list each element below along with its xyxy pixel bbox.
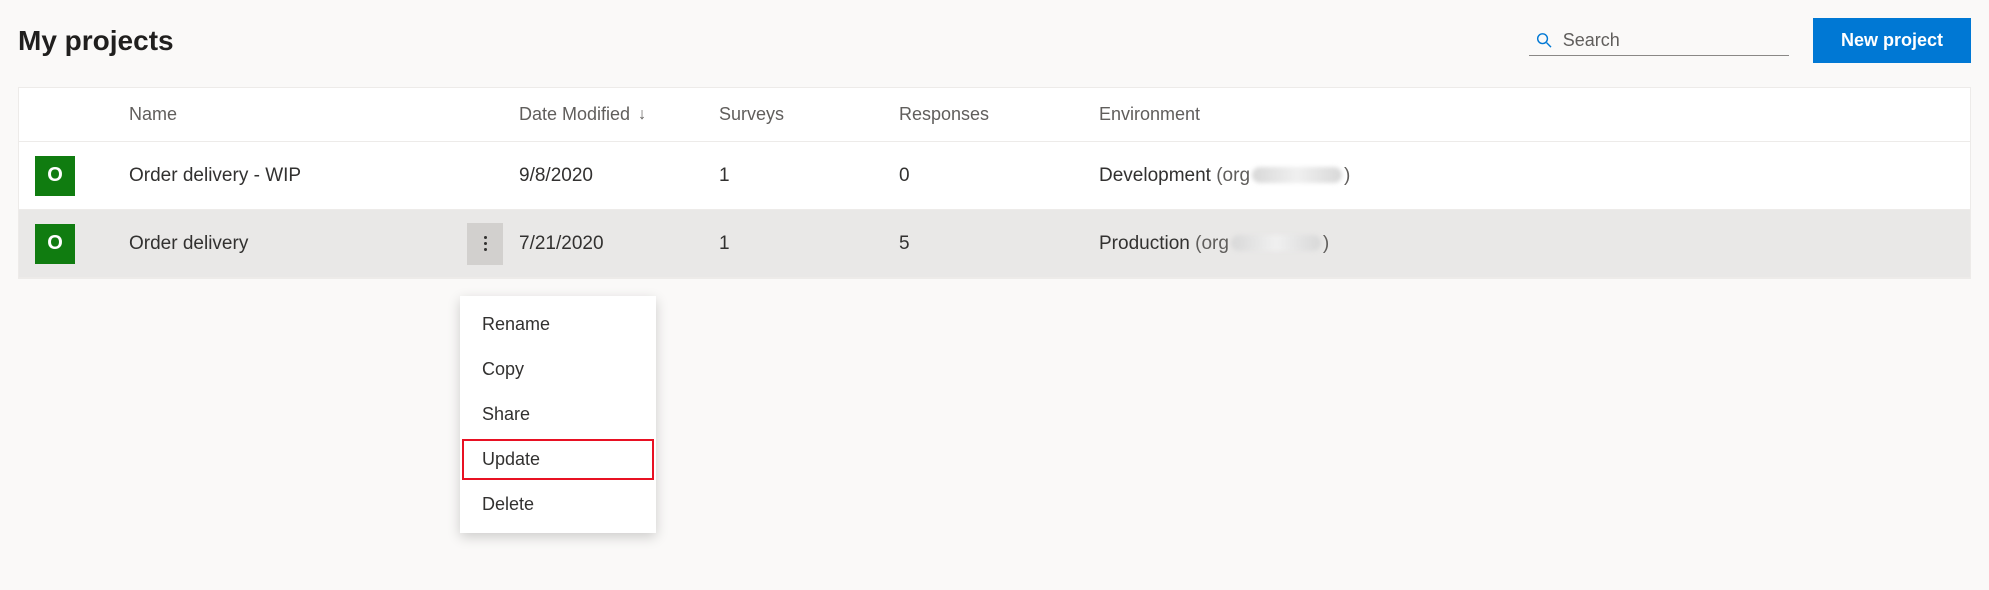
more-vertical-icon bbox=[484, 236, 487, 251]
header-actions: New project bbox=[1529, 18, 1971, 63]
search-icon bbox=[1535, 30, 1553, 50]
menu-item-copy[interactable]: Copy bbox=[460, 347, 656, 392]
org-suffix: ) bbox=[1344, 165, 1350, 186]
org-prefix: (org bbox=[1216, 165, 1250, 186]
project-avatar: O bbox=[35, 156, 75, 196]
search-input[interactable] bbox=[1563, 30, 1783, 51]
page-title: My projects bbox=[18, 25, 174, 57]
menu-item-share[interactable]: Share bbox=[460, 392, 656, 437]
org-prefix: (org bbox=[1195, 233, 1229, 254]
redacted-text bbox=[1252, 167, 1342, 183]
environment-org: (org) bbox=[1195, 233, 1329, 254]
responses-cell: 5 bbox=[899, 233, 1099, 255]
new-project-button[interactable]: New project bbox=[1813, 18, 1971, 63]
projects-table: Name Date Modified ↓ Surveys Responses E… bbox=[18, 87, 1971, 279]
menu-item-rename[interactable]: Rename bbox=[460, 302, 656, 347]
column-surveys[interactable]: Surveys bbox=[719, 104, 899, 125]
redacted-text bbox=[1231, 235, 1321, 251]
org-suffix: ) bbox=[1323, 233, 1329, 254]
surveys-cell: 1 bbox=[719, 233, 899, 255]
date-modified-cell: 7/21/2020 bbox=[519, 233, 719, 255]
column-responses[interactable]: Responses bbox=[899, 104, 1099, 125]
environment-name: Production bbox=[1099, 233, 1190, 254]
project-name: Order delivery - WIP bbox=[129, 165, 301, 187]
column-date-label: Date Modified bbox=[519, 104, 630, 125]
project-avatar: O bbox=[35, 224, 75, 264]
row-more-button[interactable] bbox=[467, 223, 503, 265]
table-row[interactable]: O Order delivery 7/21/2020 1 5 Productio… bbox=[19, 210, 1970, 278]
date-modified-cell: 9/8/2020 bbox=[519, 165, 719, 187]
menu-item-delete[interactable]: Delete bbox=[460, 482, 656, 527]
environment-name: Development bbox=[1099, 165, 1211, 186]
column-date-modified[interactable]: Date Modified ↓ bbox=[519, 104, 719, 125]
responses-cell: 0 bbox=[899, 165, 1099, 187]
search-field[interactable] bbox=[1529, 26, 1789, 56]
environment-cell: Development (org) bbox=[1099, 165, 1970, 187]
column-name[interactable]: Name bbox=[129, 104, 519, 125]
table-header: Name Date Modified ↓ Surveys Responses E… bbox=[19, 88, 1970, 142]
menu-item-update[interactable]: Update bbox=[460, 437, 656, 482]
environment-org: (org) bbox=[1216, 165, 1350, 186]
row-context-menu: Rename Copy Share Update Delete bbox=[460, 296, 656, 533]
column-environment[interactable]: Environment bbox=[1099, 104, 1970, 125]
table-row[interactable]: O Order delivery - WIP 9/8/2020 1 0 Deve… bbox=[19, 142, 1970, 210]
project-name: Order delivery bbox=[129, 233, 248, 255]
environment-cell: Production (org) bbox=[1099, 233, 1970, 255]
sort-arrow-down-icon: ↓ bbox=[638, 106, 646, 124]
surveys-cell: 1 bbox=[719, 165, 899, 187]
page-header: My projects New project bbox=[18, 18, 1971, 63]
